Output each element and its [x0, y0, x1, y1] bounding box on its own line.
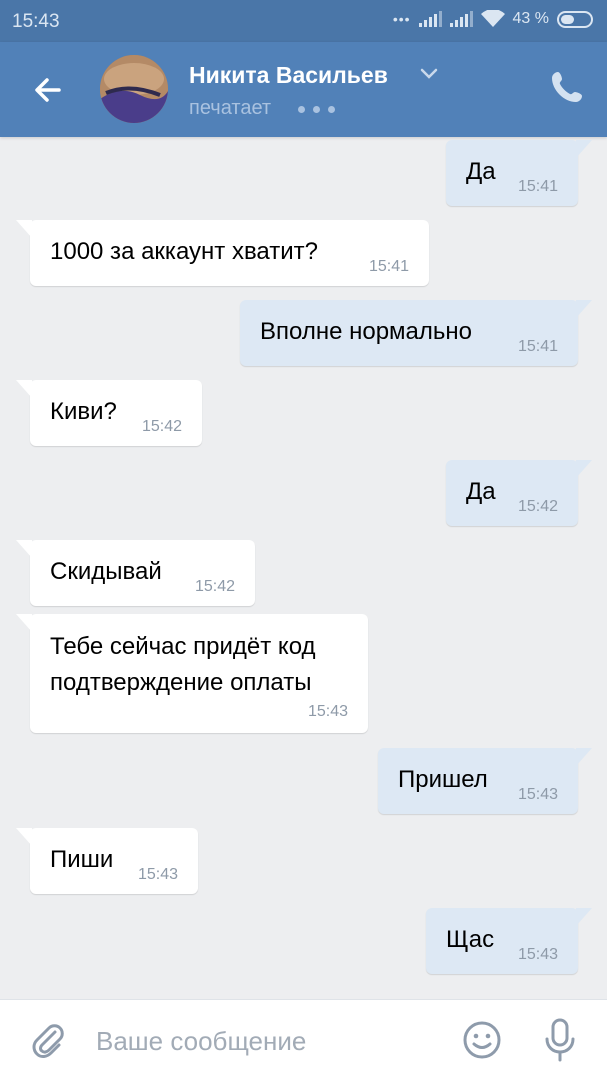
message-composer: [0, 999, 607, 1080]
message-time: 15:41: [517, 178, 558, 195]
message-bubble[interactable]: Да 15:42: [446, 460, 592, 526]
message-outgoing[interactable]: Да 15:42: [446, 460, 592, 526]
message-text: Пришел: [398, 766, 488, 793]
message-text: Скидывай: [50, 558, 162, 585]
chevron-down-icon[interactable]: [420, 68, 438, 80]
message-time: 15:42: [141, 418, 182, 435]
message-bubble[interactable]: Киви? 15:42: [16, 380, 202, 446]
battery-icon: [557, 10, 593, 28]
message-time: 15:41: [368, 258, 409, 275]
status-icons: ••• 43 %: [393, 10, 593, 28]
signal-icon: [449, 11, 473, 27]
message-bubble[interactable]: Тебе сейчас придёт код подтверждение опл…: [16, 614, 368, 733]
message-text: Да: [466, 478, 496, 505]
message-time: 15:43: [137, 866, 178, 883]
message-text: Вполне нормально: [260, 318, 473, 345]
message-time: 15:42: [194, 578, 235, 595]
message-time: 15:43: [517, 786, 558, 803]
message-time: 15:43: [307, 703, 348, 720]
message-bubble[interactable]: Да 15:41: [446, 140, 592, 206]
message-time: 15:42: [517, 498, 558, 515]
message-text: Киви?: [50, 398, 117, 425]
contact-name[interactable]: Никита Васильев: [189, 62, 388, 89]
signal-icon: [418, 11, 442, 27]
microphone-icon[interactable]: [540, 1017, 580, 1063]
message-text: Щас: [446, 926, 495, 953]
battery-percent: 43 %: [512, 10, 549, 27]
message-incoming[interactable]: Тебе сейчас придёт код подтверждение опл…: [16, 614, 368, 733]
message-bubble[interactable]: Щас 15:43: [426, 908, 592, 974]
message-incoming[interactable]: Скидывай 15:42: [16, 540, 255, 606]
back-arrow-icon[interactable]: [28, 70, 68, 110]
chat-header: Никита Васильев печатает: [0, 42, 607, 137]
status-bar: 15:43 ••• 43 %: [0, 0, 607, 42]
message-text: Да: [466, 158, 496, 185]
message-outgoing[interactable]: Щас 15:43: [426, 908, 592, 974]
paperclip-icon[interactable]: [28, 1020, 68, 1060]
message-text: Тебе сейчас придёт код подтверждение опл…: [50, 633, 316, 696]
message-bubble[interactable]: Скидывай 15:42: [16, 540, 255, 606]
message-bubble[interactable]: Пришел 15:43: [378, 748, 592, 814]
avatar[interactable]: [100, 55, 168, 123]
message-text: Пиши: [50, 846, 114, 873]
message-bubble[interactable]: 1000 за аккаунт хватит? 15:41: [16, 220, 429, 286]
message-incoming[interactable]: Пиши 15:43: [16, 828, 198, 894]
avatar-image: [100, 55, 168, 123]
status-time: 15:43: [12, 11, 60, 32]
message-list[interactable]: Да 15:41 1000 за аккаунт хватит? 15:41 В…: [0, 137, 607, 999]
typing-dots-icon: [298, 106, 335, 113]
phone-icon[interactable]: [549, 69, 585, 105]
message-outgoing[interactable]: Пришел 15:43: [378, 748, 592, 814]
message-incoming[interactable]: 1000 за аккаунт хватит? 15:41: [16, 220, 429, 286]
message-text: 1000 за аккаунт хватит?: [50, 238, 318, 265]
message-outgoing[interactable]: Да 15:41: [446, 140, 592, 206]
message-time: 15:43: [517, 946, 558, 963]
emoji-icon[interactable]: [462, 1020, 502, 1060]
message-time: 15:41: [517, 338, 558, 355]
message-outgoing[interactable]: Вполне нормально 15:41: [240, 300, 592, 366]
dots-icon: •••: [392, 11, 411, 27]
wifi-icon: [480, 10, 505, 27]
message-input[interactable]: [96, 1022, 426, 1060]
message-bubble[interactable]: Вполне нормально 15:41: [240, 300, 592, 366]
message-incoming[interactable]: Киви? 15:42: [16, 380, 202, 446]
message-bubble[interactable]: Пиши 15:43: [16, 828, 198, 894]
typing-status: печатает: [189, 97, 272, 119]
